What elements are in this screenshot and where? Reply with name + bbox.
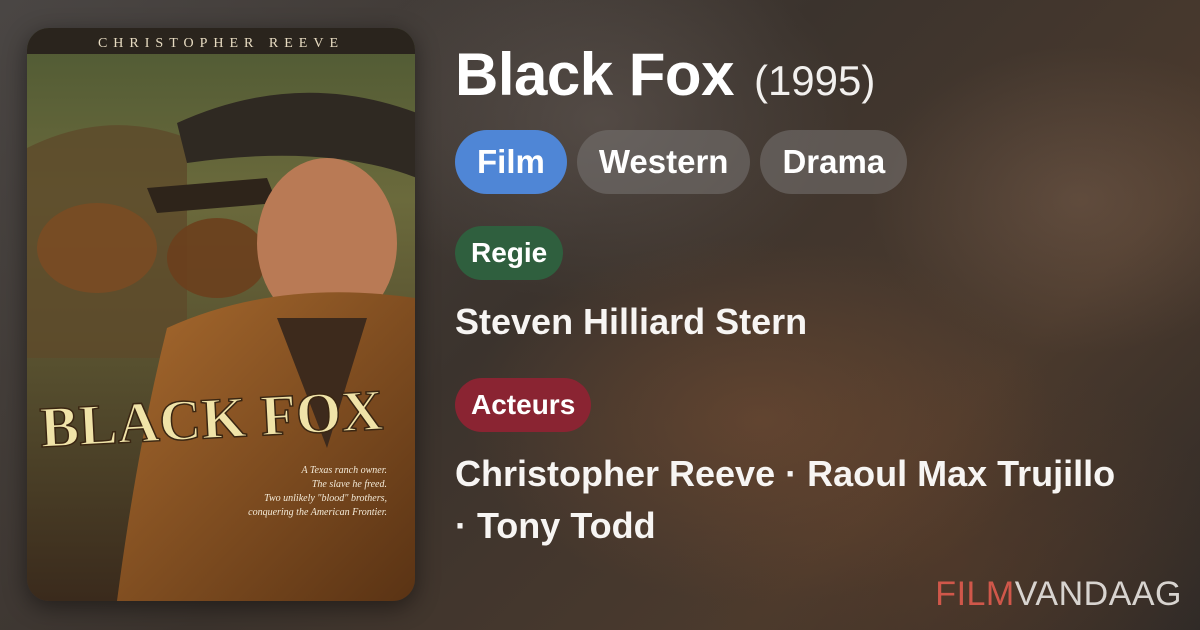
movie-year: (1995) [753, 57, 876, 104]
movie-poster[interactable]: CHRISTOPHER REEVE BLACK FOX A Texas ranc… [27, 28, 415, 601]
cast-line-1[interactable]: Christopher Reeve · Raoul Max Trujillo [455, 448, 1175, 500]
genre-chip-drama[interactable]: Drama [760, 130, 908, 194]
poster-image: CHRISTOPHER REEVE BLACK FOX A Texas ranc… [27, 28, 415, 601]
poster-tagline-3: Two unlikely "blood" brothers, [264, 493, 387, 504]
cast-list: Christopher Reeve · Raoul Max Trujillo ·… [455, 448, 1175, 552]
title-row: Black Fox (1995) [455, 40, 1175, 112]
poster-tagline-1: A Texas ranch owner. [300, 465, 387, 476]
genre-chips: Film Western Drama [455, 130, 1175, 194]
movie-title: Black Fox [455, 41, 734, 108]
poster-tagline-2: The slave he freed. [312, 479, 387, 490]
director-label: Regie [455, 226, 564, 280]
brand-part-vandaag: VANDAAG [1014, 575, 1182, 613]
cast-label: Acteurs [455, 378, 592, 432]
genre-chip-film[interactable]: Film [455, 130, 567, 194]
poster-top-credit: CHRISTOPHER REEVE [98, 36, 344, 51]
poster-tagline-4: conquering the American Frontier. [248, 507, 387, 518]
cast-line-2[interactable]: · Tony Todd [455, 500, 1175, 552]
brand-part-film: FILM [935, 575, 1015, 613]
filmvandaag-logo[interactable]: FILMVANDAAG [935, 575, 1182, 614]
movie-details: Black Fox (1995) Film Western Drama Regi… [455, 40, 1175, 552]
director-name[interactable]: Steven Hilliard Stern [455, 296, 1175, 348]
genre-chip-western[interactable]: Western [576, 130, 751, 194]
